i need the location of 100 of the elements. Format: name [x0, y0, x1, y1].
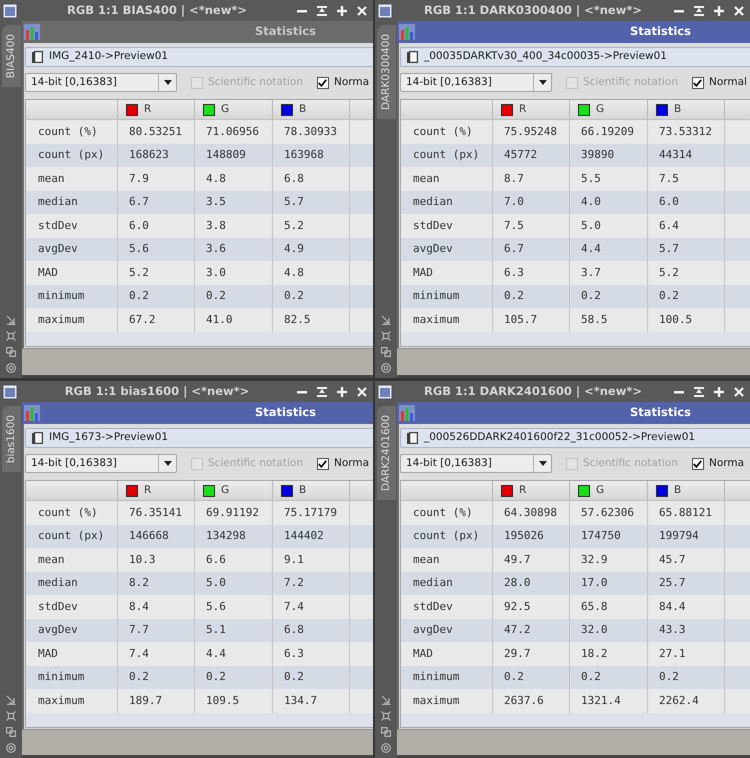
overlap-squares-icon[interactable] [6, 727, 16, 737]
bar-chart-icon [399, 405, 415, 421]
table-cell-text: 5.0 [581, 218, 601, 234]
table-cell-text: 76.35141 [129, 504, 182, 520]
overlap-squares-icon[interactable] [6, 347, 16, 357]
table-cell-text: 0.2 [284, 288, 304, 304]
frame-icon[interactable] [381, 711, 391, 721]
row-label: median [413, 194, 453, 210]
table-cell-text: 8.2 [129, 575, 149, 591]
table-cell-text: 44314 [659, 147, 692, 163]
table-cell-text: 2262.4 [659, 692, 699, 708]
close-icon[interactable] [734, 386, 744, 396]
row-label: count (%) [38, 124, 98, 140]
table-cell-text: 0.2 [284, 669, 304, 685]
plus-icon[interactable] [337, 386, 347, 396]
arrow-icon[interactable] [381, 315, 391, 325]
bar-chart-icon [24, 405, 40, 421]
close-icon[interactable] [357, 386, 367, 396]
checkbox[interactable] [692, 458, 704, 470]
frame-icon[interactable] [6, 331, 16, 341]
table-cell-text: 6.4 [659, 218, 679, 234]
view-selector[interactable]: IMG_1673->Preview01 [25, 428, 373, 448]
checkmark-icon [693, 78, 702, 86]
table-cell-text: 73.53312 [659, 124, 712, 140]
frame-icon[interactable] [381, 331, 391, 341]
row-label: maximum [38, 312, 84, 328]
document-icon [32, 432, 43, 444]
range-combobox[interactable]: 14-bit [0,16383] [25, 73, 177, 92]
side-tab[interactable]: DARK0300400 [376, 25, 396, 120]
side-tab[interactable]: bias1600 [2, 406, 20, 472]
table-cell-text: 3.0 [206, 264, 226, 280]
column-label: G [221, 102, 230, 117]
overlap-squares-icon[interactable] [381, 727, 391, 737]
table-cell-text: 5.2 [284, 218, 304, 234]
table-cell-text: 144402 [284, 528, 324, 544]
row-label: MAD [413, 646, 433, 662]
arrow-icon[interactable] [6, 315, 16, 325]
row-label: count (%) [38, 504, 98, 520]
table-cell-text: 27.1 [659, 646, 686, 662]
table-cell-text: 5.5 [581, 170, 601, 186]
row-label: MAD [38, 264, 58, 280]
table-cell-text: 109.5 [206, 692, 240, 708]
target-icon[interactable] [381, 363, 391, 373]
checkbox-label: Scientific notation [583, 456, 678, 471]
column-label: G [596, 102, 604, 117]
range-combobox[interactable]: 14-bit [0,16383] [400, 454, 552, 473]
table-cell-text: 148809 [206, 147, 246, 163]
row-label: median [38, 575, 78, 591]
row-label: minimum [38, 669, 84, 685]
table-cell-text: 4.8 [206, 170, 226, 186]
table-cell-text: 163968 [284, 147, 324, 163]
row-label: count (%) [413, 504, 473, 520]
table-cell-text: 58.5 [581, 312, 608, 328]
table-cell-text: 0.2 [581, 288, 601, 304]
row-label: MAD [413, 264, 433, 280]
double-bar-icon[interactable] [694, 386, 704, 396]
target-icon[interactable] [381, 743, 391, 753]
row-label: stdDev [413, 598, 453, 614]
checkbox[interactable] [316, 458, 329, 470]
checkbox-label: Scientific notation [208, 456, 303, 471]
arrow-icon[interactable] [6, 695, 16, 705]
window-icon[interactable] [3, 384, 17, 398]
checkbox[interactable] [692, 76, 704, 88]
side-tab[interactable]: BIAS400 [2, 25, 20, 88]
plus-icon[interactable] [714, 386, 724, 396]
window-icon[interactable] [378, 4, 392, 18]
table-cell-text: 0.2 [206, 669, 226, 685]
table-cell-text: 195026 [504, 528, 544, 544]
plus-icon[interactable] [714, 6, 724, 16]
row-label: avgDev [413, 622, 453, 638]
column-label: R [519, 482, 526, 498]
column-label: R [144, 482, 152, 498]
row-label: minimum [413, 288, 460, 304]
close-icon[interactable] [734, 6, 744, 16]
checkbox[interactable] [316, 76, 329, 88]
window-icon[interactable] [378, 384, 392, 398]
document-icon [407, 432, 418, 444]
range-combobox[interactable]: 14-bit [0,16383] [25, 454, 177, 473]
table-cell-text: 3.6 [206, 241, 226, 257]
double-bar-icon[interactable] [317, 386, 327, 396]
caret-icon [538, 80, 546, 85]
overlap-squares-icon[interactable] [381, 347, 391, 357]
view-selector[interactable]: _000526DDARK2401600f22_31c00052->Preview01 [400, 428, 750, 448]
window-icon[interactable] [3, 4, 17, 18]
double-bar-icon[interactable] [317, 6, 327, 16]
arrow-icon[interactable] [381, 695, 391, 705]
view-selector[interactable]: _00035DARKTv30_400_34c00035->Preview01 [400, 47, 750, 67]
target-icon[interactable] [6, 743, 16, 753]
table-cell-text: 41.0 [206, 312, 232, 328]
view-selector[interactable]: IMG_2410->Preview01 [25, 47, 373, 67]
table-cell-text: 7.5 [504, 218, 524, 234]
table-cell-text: 39890 [581, 147, 614, 163]
target-icon[interactable] [6, 363, 16, 373]
frame-icon[interactable] [6, 711, 16, 721]
plus-icon[interactable] [337, 6, 347, 16]
double-bar-icon[interactable] [694, 6, 704, 16]
window-title: RGB 1:1 DARK0300400 | <*new*> [422, 2, 643, 19]
close-icon[interactable] [357, 6, 367, 16]
side-tab[interactable]: DARK2401600 [376, 406, 396, 500]
range-combobox[interactable]: 14-bit [0,16383] [400, 73, 552, 92]
